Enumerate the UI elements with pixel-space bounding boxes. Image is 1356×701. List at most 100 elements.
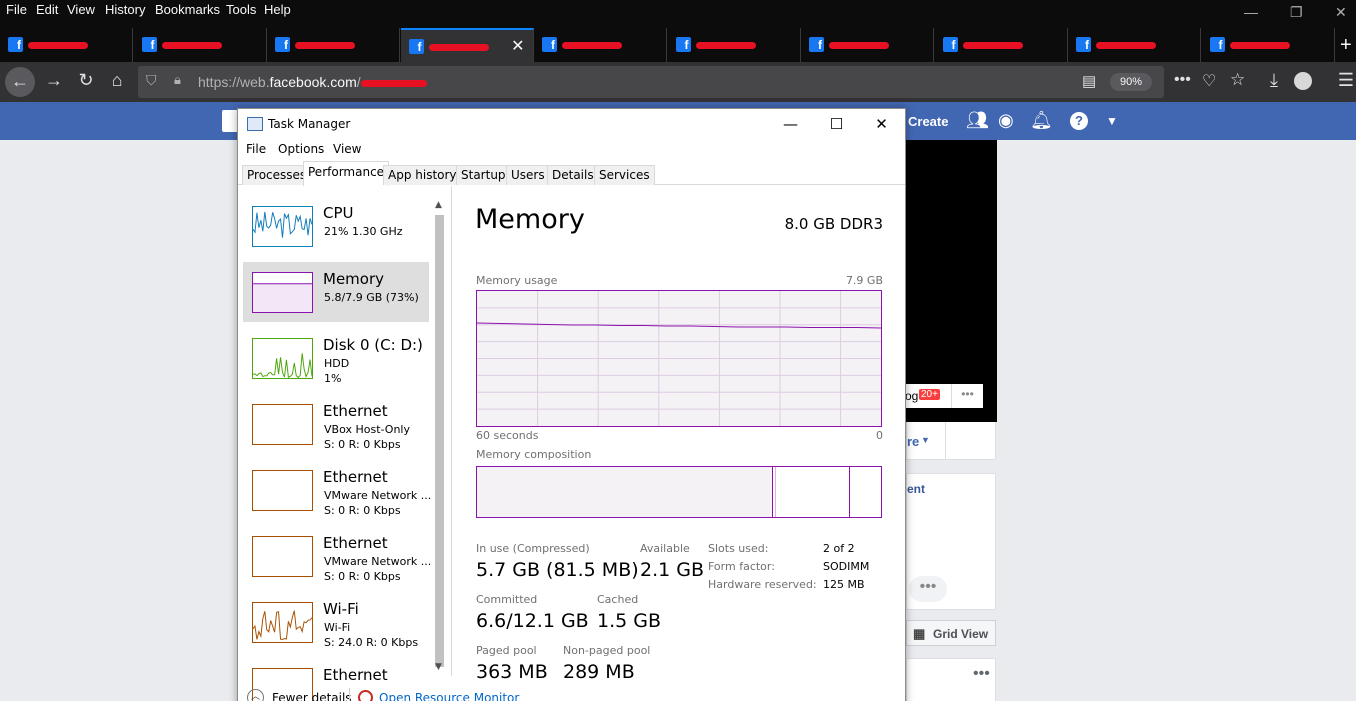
browser-tab[interactable]: f — [668, 28, 801, 62]
facebook-favicon-icon: f — [8, 37, 23, 52]
resource-name: CPU — [323, 204, 354, 222]
forward-icon[interactable]: → — [42, 70, 66, 91]
resource-name: Ethernet — [323, 468, 388, 486]
modified-segment[interactable] — [775, 467, 776, 517]
redaction-mark — [295, 42, 355, 49]
browser-tab[interactable]: f — [1068, 28, 1201, 62]
maximize-icon[interactable]: ☐ — [814, 112, 859, 136]
menu-options[interactable]: Options — [278, 142, 324, 156]
hamburger-menu-icon[interactable]: ☰ — [1334, 70, 1356, 91]
scroll-down-icon[interactable]: ▼ — [435, 662, 442, 672]
more-actions-icon[interactable]: ••• — [1174, 71, 1191, 89]
menu-file[interactable]: File — [246, 142, 266, 156]
resource-item[interactable]: CPU 21% 1.30 GHz — [243, 196, 429, 256]
tab-app-history[interactable]: App history — [383, 165, 462, 185]
browser-tab[interactable]: f — [935, 28, 1068, 62]
tab-performance[interactable]: Performance — [303, 161, 390, 186]
resource-monitor-icon[interactable] — [358, 690, 373, 701]
fewer-details-link[interactable]: Fewer details — [272, 691, 352, 701]
resource-name: Wi-Fi — [323, 600, 359, 618]
tab-users[interactable]: Users — [506, 165, 550, 185]
resource-item[interactable]: Disk 0 (C: D:) HDD 1% — [243, 328, 429, 388]
browser-tab[interactable]: f — [801, 28, 934, 62]
menu-tools[interactable]: Tools — [226, 2, 256, 17]
resource-subtitle: Wi-Fi — [324, 621, 351, 634]
create-link[interactable]: Create — [908, 114, 948, 129]
more-options-icon[interactable]: ••• — [973, 665, 990, 683]
task-manager-tabs: Processes Performance App history Startu… — [238, 161, 905, 186]
ethernet-graph-icon — [252, 404, 313, 445]
resource-item[interactable]: Ethernet VMware Network ... S: 0 R: 0 Kbps — [243, 526, 431, 586]
reader-view-icon[interactable]: ▤ — [1082, 72, 1096, 90]
url-bar[interactable]: ⛉ 🔒︎ https://web.facebook.com/ ▤ 90% •••… — [138, 66, 1245, 98]
notification-badge-area[interactable]: og 20+ ••• — [903, 384, 983, 408]
account-menu-icon[interactable]: ▼ — [1106, 114, 1118, 128]
menu-view[interactable]: View — [333, 142, 361, 156]
browser-tab[interactable]: f — [534, 28, 667, 62]
more-options-icon[interactable]: ••• — [909, 576, 947, 602]
grid-view-button[interactable]: ▦ Grid View — [906, 620, 996, 646]
menu-help[interactable]: Help — [264, 2, 291, 17]
more-options-icon[interactable]: ••• — [951, 384, 983, 408]
open-resource-monitor-link[interactable]: Open Resource Monitor — [379, 691, 519, 701]
browser-close-icon[interactable]: ✕ — [1335, 4, 1347, 21]
resource-item[interactable]: Memory 5.8/7.9 GB (73%) — [243, 262, 429, 322]
shield-icon[interactable]: ⛉ — [146, 72, 157, 89]
resource-list-scrollbar[interactable]: ▲ ▼ — [432, 197, 449, 675]
committed-label: Committed — [476, 593, 538, 606]
standby-segment[interactable] — [849, 467, 850, 517]
friends-icon[interactable]: 👥︎ — [966, 110, 989, 131]
tab-startup[interactable]: Startup — [456, 165, 511, 185]
chevron-down-icon[interactable]: ▼ — [921, 435, 930, 445]
facebook-logo-icon[interactable] — [222, 110, 238, 132]
browser-tab[interactable]: f ✕ — [400, 28, 534, 62]
time-right-label: 0 — [876, 429, 883, 442]
browser-minimize-icon[interactable]: — — [1244, 4, 1258, 20]
browser-tab[interactable]: f — [267, 28, 400, 62]
resource-name: Disk 0 (C: D:) — [323, 336, 423, 354]
resource-item[interactable]: Ethernet VMware Network ... S: 0 R: 0 Kbps — [243, 460, 431, 520]
help-icon[interactable]: ? — [1070, 112, 1088, 130]
messenger-icon[interactable]: ◉ — [998, 110, 1014, 131]
close-icon[interactable]: ✕ — [859, 112, 904, 136]
tab-processes[interactable]: Processes — [242, 165, 312, 185]
resource-item[interactable]: Ethernet VBox Host-Only S: 0 R: 0 Kbps — [243, 394, 429, 454]
task-manager-titlebar[interactable]: Task Manager — ☐ ✕ — [238, 109, 905, 139]
url-text[interactable]: https://web.facebook.com/ — [198, 74, 427, 90]
task-manager-footer: ︿ Fewer details Open Resource Monitor — [238, 687, 905, 701]
new-tab-icon[interactable]: + — [1340, 34, 1352, 57]
in-use-segment[interactable] — [477, 467, 773, 517]
redaction-mark — [562, 42, 622, 49]
zoom-indicator[interactable]: 90% — [1110, 73, 1152, 91]
browser-tab[interactable]: f — [0, 28, 133, 62]
more-dropdown[interactable]: re — [907, 434, 919, 449]
extension-icon[interactable] — [1294, 72, 1312, 90]
notifications-icon[interactable]: 🔔︎ — [1030, 110, 1053, 131]
time-left-label: 60 seconds — [476, 429, 539, 442]
menu-edit[interactable]: Edit — [36, 2, 58, 17]
browser-tabstrip: f f f f ✕ f f f f f f — [0, 28, 1356, 62]
chevron-up-icon[interactable]: ︿ — [247, 689, 264, 701]
back-icon[interactable]: ← — [5, 67, 35, 97]
menu-file[interactable]: File — [6, 2, 27, 17]
menu-bookmarks[interactable]: Bookmarks — [155, 2, 220, 17]
browser-tab[interactable]: f — [134, 28, 267, 62]
menu-view[interactable]: View — [67, 2, 95, 17]
home-icon[interactable]: ⌂ — [105, 70, 129, 91]
tab-services[interactable]: Services — [594, 165, 655, 185]
pocket-icon[interactable]: ♡ — [1202, 71, 1216, 91]
lock-icon[interactable]: 🔒︎ — [174, 72, 181, 88]
tab-details[interactable]: Details — [547, 165, 599, 185]
browser-tab[interactable]: f — [1202, 28, 1335, 62]
scroll-up-icon[interactable]: ▲ — [435, 200, 442, 210]
browser-restore-icon[interactable]: ❐ — [1290, 4, 1303, 21]
tab-close-icon[interactable]: ✕ — [511, 36, 524, 56]
minimize-icon[interactable]: — — [768, 112, 813, 136]
resource-item[interactable]: Wi-Fi Wi-Fi S: 24.0 R: 0 Kbps — [243, 592, 429, 652]
scrollbar-thumb[interactable] — [435, 215, 444, 667]
menu-history[interactable]: History — [105, 2, 145, 17]
facebook-favicon-icon: f — [275, 37, 290, 52]
downloads-icon[interactable]: ⤓ — [1262, 70, 1286, 91]
reload-icon[interactable]: ↻ — [74, 70, 98, 91]
bookmark-star-icon[interactable]: ☆ — [1230, 70, 1245, 90]
